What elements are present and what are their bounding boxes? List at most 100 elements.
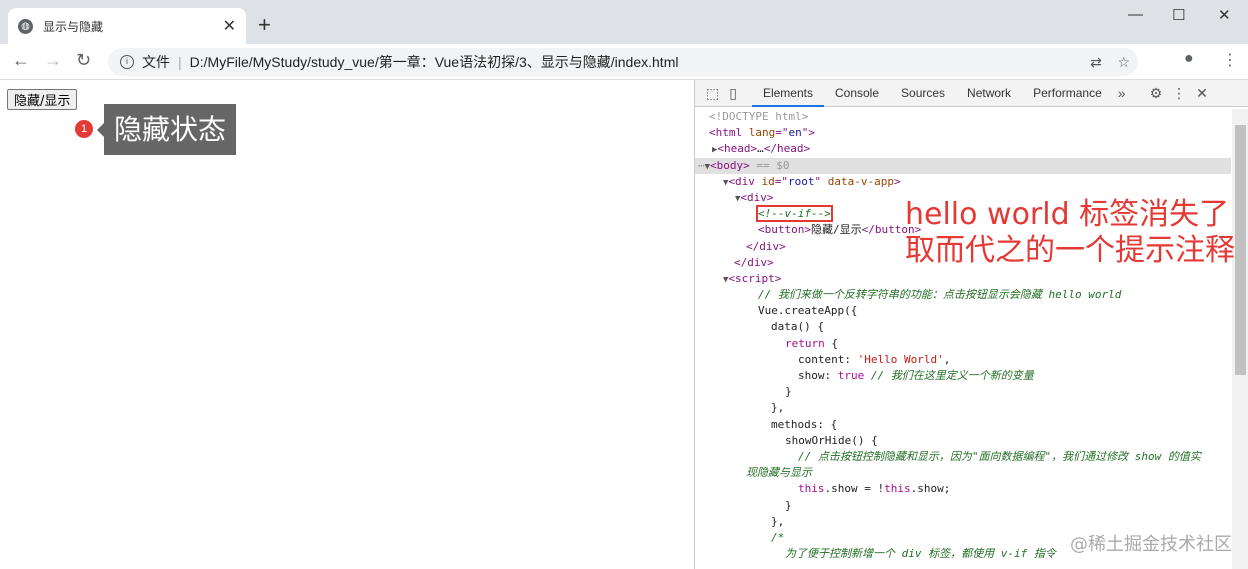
gear-icon[interactable]: ⚙ <box>1145 85 1168 102</box>
dom-tree-line[interactable]: show: true // 我们在这里定义一个新的变量 <box>695 368 1231 384</box>
browser-tab[interactable]: ◍ 显示与隐藏 ✕ <box>8 8 246 44</box>
forward-button[interactable]: → <box>44 50 62 71</box>
translate-icon[interactable]: ⇄ <box>1090 54 1102 70</box>
star-icon[interactable]: ☆ <box>1117 54 1130 70</box>
code-token: <head> <box>717 142 758 156</box>
code-token: == <box>749 158 777 172</box>
code-token: > <box>894 174 901 188</box>
dom-tree-line[interactable]: ⋯▼<body> == $0 <box>695 157 1231 174</box>
dom-tree-line[interactable]: // 我们来做一个反转字符串的功能：点击按钮显示会隐藏 hello world <box>695 287 1231 303</box>
minimize-button[interactable]: — <box>1128 6 1143 23</box>
code-token: <div <box>728 174 762 188</box>
menu-icon[interactable]: ⋮ <box>1222 50 1238 70</box>
code-token: $0 <box>776 158 790 172</box>
code-token: <!--v-if--> <box>758 207 831 221</box>
scrollbar[interactable] <box>1232 109 1248 569</box>
code-token: </div> <box>746 239 786 253</box>
devtools-toolbar: ⬚ ▯ Elements Console Sources Network Per… <box>695 80 1248 107</box>
code-token: ⋯ <box>698 158 705 172</box>
profile-icon[interactable]: ● <box>1184 50 1194 68</box>
tab-performance[interactable]: Performance <box>1022 80 1113 107</box>
code-token: /* <box>771 530 785 544</box>
kebab-menu-icon[interactable]: ⋮ <box>1167 85 1191 102</box>
code-token: { <box>824 336 838 350</box>
hidden-state-tooltip: 隐藏状态 <box>96 104 237 155</box>
dom-tree-line[interactable]: <html lang="en"> <box>695 125 1231 141</box>
code-token: this <box>884 482 911 496</box>
code-token: .show; <box>910 482 951 496</box>
code-token: content: <box>798 352 858 366</box>
code-token: 为了便于控制新增一个 div 标签，都使用 v-if 指令 <box>785 547 1056 561</box>
code-token: // 我们来做一个反转字符串的功能：点击按钮显示会隐藏 hello world <box>758 288 1122 302</box>
code-token: showOrHide() { <box>785 433 878 447</box>
tab-network[interactable]: Network <box>956 80 1022 107</box>
dom-tree-line[interactable]: return { <box>695 336 1231 352</box>
dom-tree-line[interactable]: }, <box>695 514 1231 530</box>
dom-tree-line[interactable]: methods: { <box>695 417 1231 433</box>
toggle-button[interactable]: 隐藏/显示 <box>7 89 78 110</box>
dom-tree-line[interactable]: }, <box>695 400 1231 416</box>
annotation-line: hello world 标签消失了 <box>905 197 1230 232</box>
close-tab-icon[interactable]: ✕ <box>223 16 236 36</box>
code-token: <button> <box>758 223 811 237</box>
back-button[interactable]: ← <box>12 50 30 71</box>
code-token: } <box>785 498 792 512</box>
scrollbar-thumb[interactable] <box>1235 125 1246 375</box>
dom-tree-line[interactable]: ▼<div id="root" data-v-app> <box>695 174 1231 190</box>
code-token: return <box>785 336 825 350</box>
close-window-button[interactable]: ✕ <box>1218 6 1231 24</box>
dom-tree-line[interactable]: } <box>695 498 1231 514</box>
code-token: methods: { <box>771 417 838 431</box>
code-token: show: <box>798 369 838 382</box>
code-token: lang <box>748 126 776 140</box>
dom-tree-line[interactable]: ▶<head>…</head> <box>695 141 1231 157</box>
step-badge: 1 <box>75 120 93 138</box>
code-token: }, <box>771 401 785 415</box>
code-token: <script> <box>728 271 782 285</box>
dom-tree-line[interactable]: ▼<script> <box>695 271 1231 287</box>
code-token: data-v-app <box>827 174 895 188</box>
device-toggle-icon[interactable]: ▯ <box>724 85 742 102</box>
maximize-button[interactable]: ☐ <box>1172 6 1185 24</box>
info-icon[interactable]: i <box>120 55 134 69</box>
globe-icon: ◍ <box>18 18 33 34</box>
tab-elements[interactable]: Elements <box>751 80 824 107</box>
dom-tree-line[interactable]: showOrHide() { <box>695 433 1231 449</box>
inspect-icon[interactable]: ⬚ <box>701 85 724 102</box>
code-token: </head> <box>763 142 811 156</box>
dom-tree-line[interactable]: this.show = !this.show; <box>695 481 1231 497</box>
code-token: 'Hello World' <box>857 352 944 366</box>
code-token: =" <box>775 126 789 140</box>
code-token: root <box>788 174 815 188</box>
more-tabs-icon[interactable]: » <box>1113 85 1131 101</box>
dom-tree-line[interactable]: // 点击按钮控制隐藏和显示，因为"面向数据编程"，我们通过修改 show 的值… <box>695 449 1231 465</box>
address-bar[interactable]: i 文件 | D:/MyFile/MyStudy/study_vue/第一章：V… <box>108 48 1138 76</box>
code-token: this <box>798 482 825 496</box>
code-token: en <box>788 126 802 140</box>
new-tab-button[interactable]: + <box>258 12 271 38</box>
url-text[interactable]: D:/MyFile/MyStudy/study_vue/第一章：Vue语法初探/… <box>190 52 679 72</box>
dom-tree-line[interactable]: 现隐藏与显示 <box>695 465 1231 481</box>
code-token: true <box>837 369 865 382</box>
dom-tree-line[interactable]: content: 'Hello World', <box>695 352 1231 368</box>
code-token: // 点击按钮控制隐藏和显示，因为"面向数据编程"，我们通过修改 show 的值… <box>798 449 1201 463</box>
annotation-line: 取而代之的一个提示注释 <box>905 233 1235 268</box>
dom-tree-line[interactable]: data() { <box>695 319 1231 335</box>
tab-sources[interactable]: Sources <box>890 80 956 107</box>
watermark: @稀土掘金技术社区 <box>1070 534 1232 555</box>
v-if-comment-highlight: <!--v-if--> <box>756 205 833 223</box>
code-token: .show = ! <box>824 482 885 496</box>
code-token: // 我们在这里定义一个新的变量 <box>864 369 1034 382</box>
code-token: 现隐藏与显示 <box>746 466 812 480</box>
code-token: <html <box>709 126 749 140</box>
dom-tree-line[interactable]: Vue.createApp({ <box>695 303 1231 319</box>
tab-console[interactable]: Console <box>824 80 890 107</box>
code-token: }, <box>771 514 785 528</box>
dom-tree-line[interactable]: <!DOCTYPE html> <box>695 109 1231 125</box>
code-token: =" <box>774 174 789 188</box>
reload-button[interactable]: ↻ <box>76 50 91 71</box>
code-token: <!DOCTYPE html> <box>709 110 809 123</box>
code-token: data() { <box>771 320 824 334</box>
close-devtools-icon[interactable]: ✕ <box>1191 85 1213 102</box>
dom-tree-line[interactable]: } <box>695 384 1231 400</box>
